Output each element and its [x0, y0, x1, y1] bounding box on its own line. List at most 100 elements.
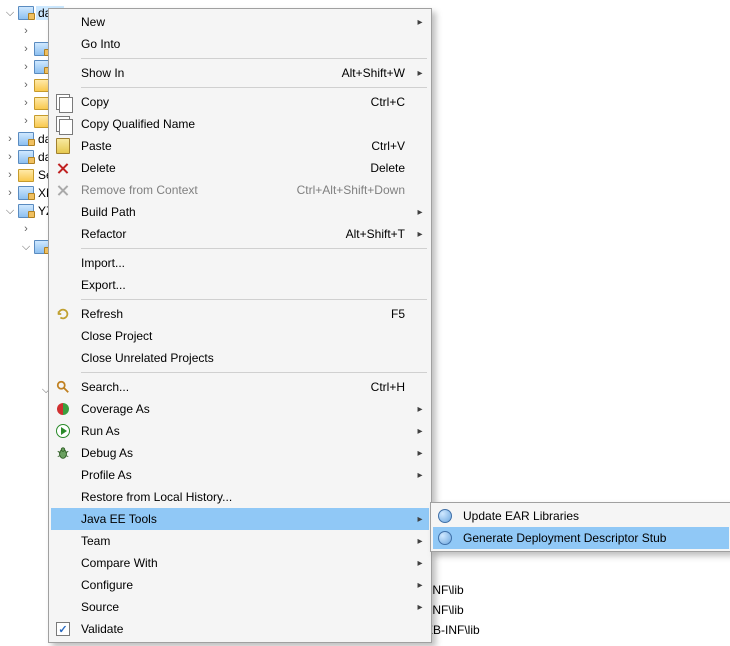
submenu-arrow-icon: ▸ [415, 602, 425, 613]
menu-separator [81, 372, 427, 373]
menu-item[interactable]: New▸ [51, 11, 429, 33]
menu-item[interactable]: Search...Ctrl+H [51, 376, 429, 398]
submenu-arrow-icon: ▸ [415, 404, 425, 415]
menu-item-shortcut: F5 [295, 307, 411, 321]
submenu-arrow-icon: ▸ [415, 426, 425, 437]
menu-item[interactable]: Paste Ctrl+V [51, 135, 429, 157]
menu-item-shortcut: Ctrl+V [295, 139, 411, 153]
menu-item[interactable]: Coverage As ▸ [51, 398, 429, 420]
menu-item[interactable]: Source▸ [51, 596, 429, 618]
menu-item-label: Refactor [81, 227, 291, 241]
menu-item[interactable]: Run As ▸ [51, 420, 429, 442]
tree-twisty[interactable]: › [20, 25, 32, 37]
tree-twisty[interactable]: › [4, 187, 16, 199]
menu-item-label: Import... [81, 256, 291, 270]
submenu-arrow-icon: ▸ [415, 514, 425, 525]
tree-twisty[interactable]: › [20, 223, 32, 235]
menu-separator [81, 299, 427, 300]
menu-item[interactable]: Import... [51, 252, 429, 274]
submenu-arrow-icon: ▸ [415, 448, 425, 459]
java-ee-tools-submenu[interactable]: Update EAR Libraries Generate Deployment … [430, 502, 730, 552]
menu-item-label: Run As [81, 424, 291, 438]
menu-item-shortcut: Ctrl+H [295, 380, 411, 394]
menu-item[interactable]: Copy Qualified Name [51, 113, 429, 135]
menu-item[interactable]: Go Into [51, 33, 429, 55]
tree-twisty[interactable]: ⌵ [4, 7, 16, 20]
menu-item-label: Go Into [81, 37, 291, 51]
menu-item[interactable]: Show In Alt+Shift+W ▸ [51, 62, 429, 84]
menu-separator [81, 248, 427, 249]
menu-item-label: Java EE Tools [81, 512, 291, 526]
menu-item-label: Delete [81, 161, 291, 175]
menu-item-label: Close Project [81, 329, 291, 343]
menu-item[interactable]: Refresh F5 [51, 303, 429, 325]
submenu-arrow-icon: ▸ [415, 580, 425, 591]
menu-item-label: Copy [81, 95, 291, 109]
menu-item[interactable]: Restore from Local History... [51, 486, 429, 508]
menu-item-label: Configure [81, 578, 291, 592]
menu-item-label: New [81, 15, 291, 29]
menu-item-label: Profile As [81, 468, 291, 482]
tree-twisty[interactable]: › [20, 115, 32, 127]
menu-item-shortcut: Alt+Shift+W [295, 66, 411, 80]
tree-twisty[interactable]: › [20, 97, 32, 109]
context-menu[interactable]: New▸Go IntoShow InAlt+Shift+W▸CopyCtrl+C… [48, 8, 432, 643]
menu-item[interactable]: Build Path ▸ [51, 201, 429, 223]
menu-item-shortcut: Ctrl+C [295, 95, 411, 109]
menu-item[interactable]: Debug As ▸ [51, 442, 429, 464]
background-text: EB-INF\lib [425, 623, 480, 637]
menu-item-label: Restore from Local History... [81, 490, 291, 504]
menu-item-shortcut: Delete [295, 161, 411, 175]
menu-item-label: Close Unrelated Projects [81, 351, 291, 365]
tree-item-icon [18, 203, 34, 219]
menu-item[interactable]: Configure ▸ [51, 574, 429, 596]
menu-item[interactable]: ✓Validate [51, 618, 429, 640]
menu-separator [81, 58, 427, 59]
menu-item[interactable]: Export... [51, 274, 429, 296]
tree-twisty[interactable]: › [20, 79, 32, 91]
menu-item[interactable]: Close Unrelated Projects [51, 347, 429, 369]
menu-item-label: Debug As [81, 446, 291, 460]
menu-item-label: Remove from Context [81, 183, 291, 197]
menu-item[interactable]: Close Project [51, 325, 429, 347]
submenu-item-label: Generate Deployment Descriptor Stub [463, 531, 711, 545]
menu-item-label: Paste [81, 139, 291, 153]
tree-twisty[interactable]: › [4, 169, 16, 181]
menu-item-label: Compare With [81, 556, 291, 570]
submenu-item[interactable]: Update EAR Libraries [433, 505, 729, 527]
tree-twisty[interactable]: › [4, 133, 16, 145]
menu-item-label: Copy Qualified Name [81, 117, 291, 131]
submenu-arrow-icon: ▸ [415, 207, 425, 218]
menu-item[interactable]: Profile As ▸ [51, 464, 429, 486]
tree-twisty[interactable]: › [20, 43, 32, 55]
submenu-item[interactable]: Generate Deployment Descriptor Stub [433, 527, 729, 549]
submenu-arrow-icon: ▸ [415, 558, 425, 569]
tree-twisty[interactable]: › [20, 61, 32, 73]
menu-item-shortcut: Ctrl+Alt+Shift+Down [295, 183, 411, 197]
menu-item[interactable]: Compare With ▸ [51, 552, 429, 574]
tree-item-icon [18, 131, 34, 147]
menu-item[interactable]: Team ▸ [51, 530, 429, 552]
menu-item-label: Refresh [81, 307, 291, 321]
menu-item: Remove from Context Ctrl+Alt+Shift+Down [51, 179, 429, 201]
menu-item-label: Show In [81, 66, 291, 80]
menu-item[interactable]: Copy Ctrl+C [51, 91, 429, 113]
tree-item-icon [18, 167, 34, 183]
menu-item[interactable]: Java EE Tools ▸ [51, 508, 429, 530]
menu-separator [81, 87, 427, 88]
submenu-arrow-icon: ▸ [415, 229, 425, 240]
menu-item-label: Validate [81, 622, 291, 636]
menu-item-label: Coverage As [81, 402, 291, 416]
tree-item-icon [18, 149, 34, 165]
tree-twisty[interactable]: ⌵ [4, 205, 16, 218]
tree-twisty[interactable]: › [4, 151, 16, 163]
tree-twisty[interactable]: ⌵ [20, 241, 32, 254]
menu-item[interactable]: Refactor Alt+Shift+T ▸ [51, 223, 429, 245]
menu-item-label: Build Path [81, 205, 291, 219]
menu-item-label: Team [81, 534, 291, 548]
submenu-arrow-icon: ▸ [415, 68, 425, 79]
submenu-arrow-icon: ▸ [415, 536, 425, 547]
submenu-arrow-icon: ▸ [415, 470, 425, 481]
menu-item[interactable]: Delete Delete [51, 157, 429, 179]
menu-item-shortcut: Alt+Shift+T [295, 227, 411, 241]
